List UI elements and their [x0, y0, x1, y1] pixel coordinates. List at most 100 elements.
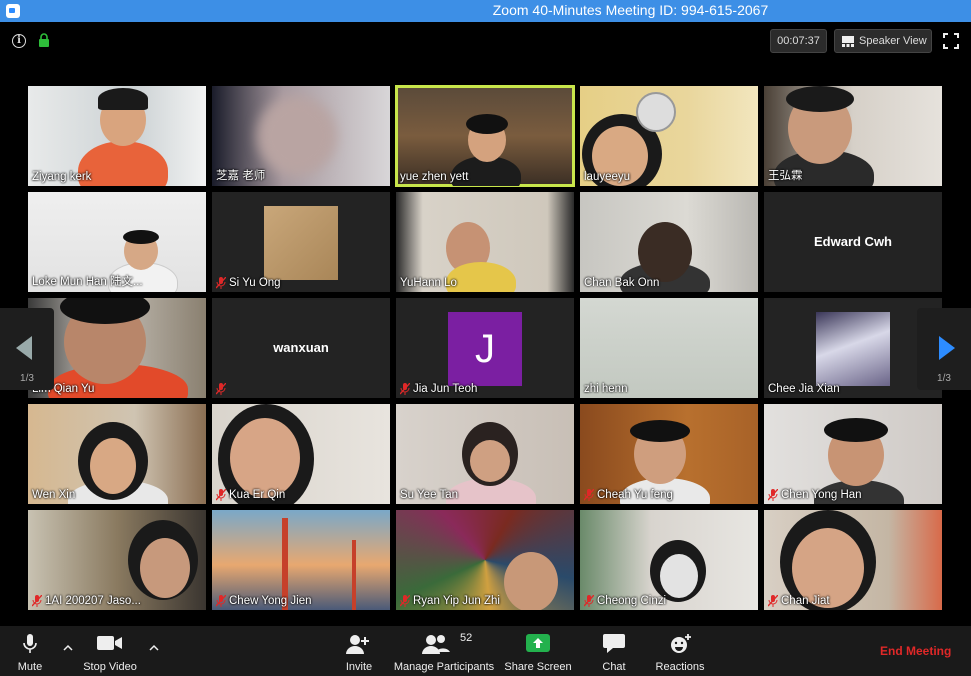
participant-name: Kua Er Qin [216, 489, 285, 501]
participant-center-name: Edward Cwh [813, 234, 892, 249]
participant-name: Chan Bak Onn [584, 277, 660, 289]
mute-label: Mute [17, 661, 43, 673]
muted-mic-icon [584, 595, 594, 607]
muted-mic-icon [216, 277, 226, 289]
video-tile[interactable]: Edward Cwh [764, 192, 942, 292]
video-tile[interactable]: 1AI 200207 Jaso... [28, 510, 206, 610]
share-screen-icon [526, 634, 550, 652]
video-camera-icon [97, 636, 122, 650]
participant-name: Cheong Cinzi [584, 595, 666, 607]
participant-name: Jia Jun Teoh [400, 383, 477, 395]
add-person-icon [346, 635, 369, 654]
manage-participants-label: Manage Participants [393, 661, 495, 673]
participant-name: Chee Jia Xian [768, 383, 840, 395]
participant-center-name: wanxuan [273, 340, 329, 355]
meeting-timer: 00:07:37 [770, 29, 827, 53]
speaker-view-label: Speaker View [859, 35, 927, 47]
chat-bubble-icon [603, 634, 625, 653]
stop-video-button[interactable]: Stop Video [80, 626, 140, 676]
muted-mic-icon [768, 595, 778, 607]
chat-label: Chat [602, 661, 626, 673]
page-indicator: 1/3 [20, 373, 34, 384]
participant-name: Ziyang kerk [32, 171, 92, 183]
next-page-button[interactable]: 1/3 [917, 308, 971, 390]
video-tile[interactable]: Ryan Yip Jun Zhi [396, 510, 574, 610]
video-tile[interactable]: Cheah Yu feng [580, 404, 758, 504]
muted-mic-icon [216, 383, 226, 395]
video-tile[interactable]: Chew Yong Jien [212, 510, 390, 610]
page-indicator: 1/3 [937, 373, 951, 384]
video-tile[interactable]: 王弘霖 [764, 86, 942, 186]
previous-page-button[interactable]: 1/3 [0, 308, 54, 390]
video-tile[interactable]: zhi henn [580, 298, 758, 398]
avatar: J [448, 312, 522, 386]
video-tile[interactable]: wanxuan [212, 298, 390, 398]
participant-name: Chew Yong Jien [216, 595, 311, 607]
muted-mic-icon [32, 595, 42, 607]
video-tile[interactable]: Si Yu Ong [212, 192, 390, 292]
chevron-up-icon[interactable] [149, 643, 159, 653]
participant-name: Chan Jiat [768, 595, 830, 607]
video-tile[interactable]: J Jia Jun Teoh [396, 298, 574, 398]
stop-video-label: Stop Video [83, 661, 137, 673]
participant-name: Si Yu Ong [216, 277, 281, 289]
video-tile[interactable]: Lim Qian Yu [28, 298, 206, 398]
participant-name: YuHann Lo [400, 277, 457, 289]
chat-button[interactable]: Chat [596, 626, 632, 676]
chevron-up-icon[interactable] [63, 643, 73, 653]
end-meeting-button[interactable]: End Meeting [880, 644, 951, 658]
video-tile[interactable]: yue zhen yett [395, 85, 575, 187]
participant-count: 52 [460, 632, 473, 644]
video-tile[interactable]: 芝嘉 老师 [212, 86, 390, 186]
video-tile[interactable]: Cheong Cinzi [580, 510, 758, 610]
video-tile[interactable]: YuHann Lo [396, 192, 574, 292]
participant-name: zhi henn [584, 383, 628, 395]
muted-mic-icon [216, 595, 226, 607]
reactions-label: Reactions [655, 661, 705, 673]
microphone-icon [23, 634, 37, 653]
chevron-left-icon [16, 336, 32, 360]
invite-button[interactable]: Invite [340, 626, 378, 676]
speaker-view-button[interactable]: Speaker View [834, 29, 932, 53]
muted-mic-icon [584, 489, 594, 501]
participant-name: 1AI 200207 Jaso... [32, 595, 141, 607]
participant-name: Wen Xin [32, 489, 76, 501]
video-tile[interactable]: Su Yee Tan [396, 404, 574, 504]
window-title: Zoom 40-Minutes Meeting ID: 994-615-2067 [492, 2, 769, 18]
emoji-plus-icon [671, 634, 691, 653]
muted-mic-icon [400, 595, 410, 607]
invite-label: Invite [345, 661, 373, 673]
video-tile[interactable]: Chen Yong Han [764, 404, 942, 504]
share-screen-label: Share Screen [504, 661, 572, 673]
video-tile[interactable]: Loke Mun Han 陆文... [28, 192, 206, 292]
video-tile[interactable]: Ziyang kerk [28, 86, 206, 186]
participant-name: yue zhen yett [400, 171, 469, 183]
video-tile[interactable]: Wen Xin [28, 404, 206, 504]
muted-mic-icon [400, 383, 410, 395]
participant-name: Cheah Yu feng [584, 489, 673, 501]
participants-icon [421, 635, 450, 654]
fullscreen-icon[interactable] [943, 33, 959, 49]
muted-mic-icon [768, 489, 778, 501]
video-tile[interactable]: Kua Er Qin [212, 404, 390, 504]
participant-name: Su Yee Tan [400, 489, 458, 501]
participant-name [216, 383, 229, 395]
grid-icon [842, 36, 854, 47]
muted-mic-icon [216, 489, 226, 501]
video-tile[interactable]: lauyeeyu [580, 86, 758, 186]
lock-icon[interactable] [38, 33, 50, 47]
mute-button[interactable]: Mute [10, 626, 50, 676]
participant-name: 芝嘉 老师 [216, 170, 266, 182]
meeting-toolbar: Mute Stop Video Invite 52 Manage Partici… [0, 626, 971, 676]
share-screen-button[interactable]: Share Screen [504, 626, 572, 676]
video-tile[interactable]: Chan Bak Onn [580, 192, 758, 292]
manage-participants-button[interactable]: 52 Manage Participants [392, 626, 496, 676]
window-titlebar: Zoom 40-Minutes Meeting ID: 994-615-2067 [0, 0, 971, 22]
video-tile[interactable]: Chan Jiat [764, 510, 942, 610]
info-icon[interactable]: i [12, 34, 26, 48]
participant-name: Chen Yong Han [768, 489, 862, 501]
participant-name: Ryan Yip Jun Zhi [400, 595, 500, 607]
participant-name: lauyeeyu [584, 171, 631, 183]
video-tile[interactable]: Chee Jia Xian [764, 298, 942, 398]
reactions-button[interactable]: Reactions [654, 626, 706, 676]
